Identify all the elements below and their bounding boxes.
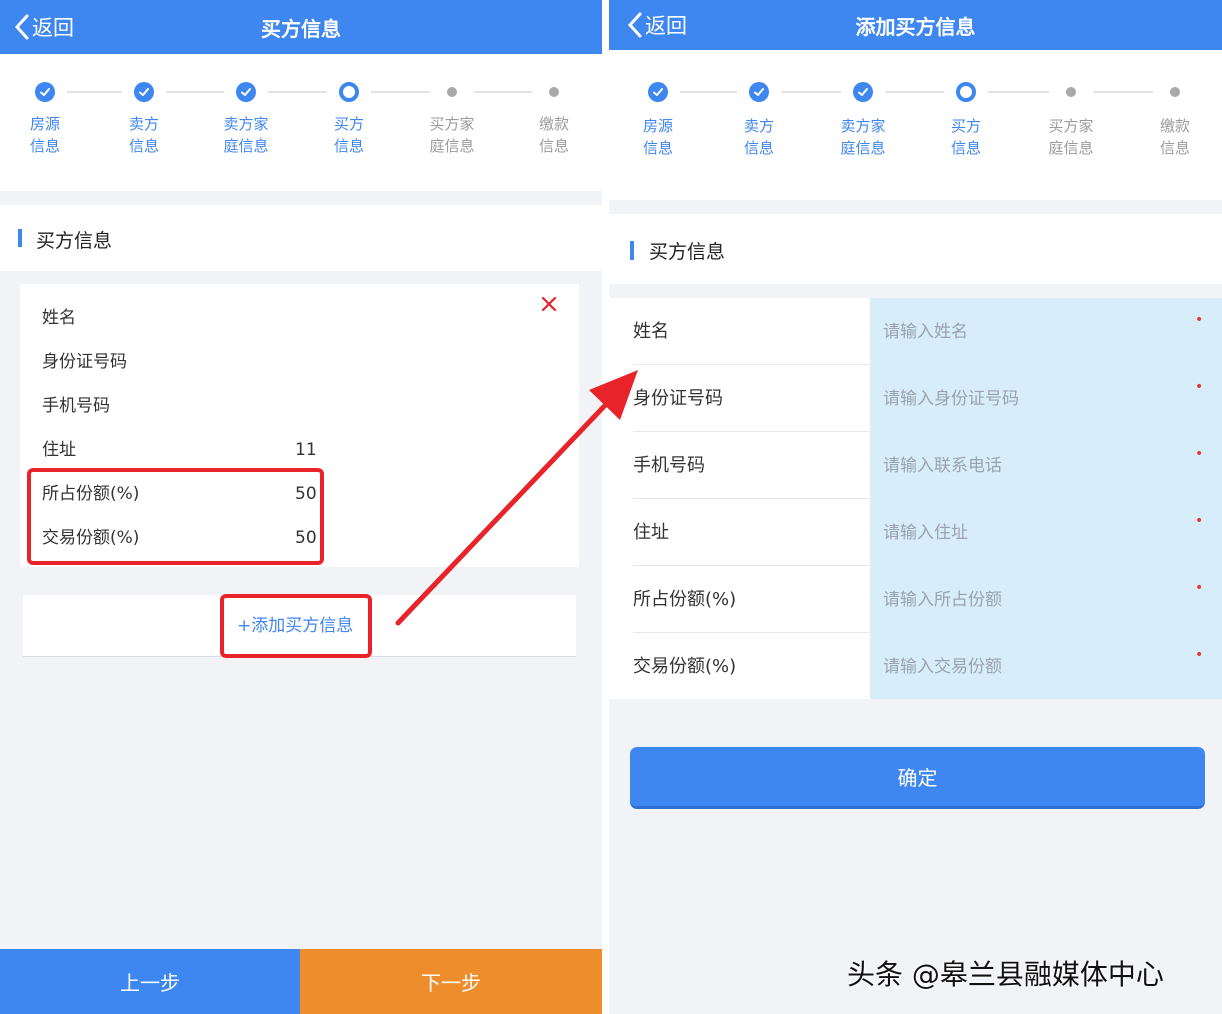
step-label: 缴款 信息 [538,115,569,155]
step-label: 房源 信息 [29,115,60,155]
highlight-add-box [220,594,372,658]
row-value: 11 [295,440,317,460]
form-row: 交易份额(%) • [609,633,1222,700]
top-bar: 返回 买方信息 [0,0,602,54]
row-label: 身份证号码 [42,352,127,372]
required-mark: • [1195,580,1204,596]
step-label: 卖方家 庭信息 [223,115,269,155]
progress-steps: 房源 信息 卖方 信息 卖方家 庭信息 买方 信息 买方家 庭信息 缴款 信息 [609,50,1222,200]
section-accent-bar [630,241,634,260]
current-step-icon [339,82,359,102]
check-circle-icon [134,82,154,102]
source-credit: 头条 @皋兰县融媒体中心 [847,958,1164,991]
check-circle-icon [749,82,769,102]
field-input[interactable] [870,499,1190,566]
required-mark: • [1195,446,1204,462]
required-mark: • [1195,379,1204,395]
pending-step-icon [1170,87,1180,97]
form-row: 住址 • [609,499,1222,566]
top-bar: 返回 添加买方信息 [609,0,1222,50]
required-mark: • [1195,312,1204,328]
section-header: 买方信息 [609,214,1222,284]
check-circle-icon [853,82,873,102]
step-label: 买方 信息 [950,117,981,157]
pending-step-icon [447,87,457,97]
required-mark: • [1195,513,1204,529]
field-input[interactable] [870,566,1190,633]
form-row: 姓名 • [609,298,1222,365]
row-label: 住址 [42,440,76,460]
section-header: 买方信息 [0,205,602,271]
add-buyer-screen: 返回 添加买方信息 房源 信息 卖方 信息 卖方家 庭信息 买方 信息 买方家 庭信息 缴… [609,0,1222,1014]
buyer-row: 身份证号码 [42,340,562,384]
step-connector [988,91,1049,93]
check-circle-icon [35,82,55,102]
field-input[interactable] [870,432,1190,499]
step-label: 卖方家 庭信息 [840,117,886,157]
step-label: 买方家 庭信息 [1048,117,1094,157]
section-accent-bar [18,229,22,247]
page-title: 添加买方信息 [855,14,976,39]
field-label: 所占份额(%) [633,589,737,610]
step-connector [885,91,944,93]
buyer-info-screen: 返回 买方信息 房源 信息 卖方 信息 卖方家 庭信息 买方 信息 买方家 庭信息 缴款 … [0,0,602,1014]
step-connector [166,91,224,93]
highlight-share-box [27,468,324,565]
pending-step-icon [1066,87,1076,97]
check-circle-icon [236,82,256,102]
row-label: 手机号码 [42,396,110,416]
next-step-button[interactable]: 下一步 [300,949,602,1014]
page-title: 买方信息 [261,16,341,41]
progress-steps: 房源 信息 卖方 信息 卖方家 庭信息 买方 信息 买方家 庭信息 缴款 信息 [0,54,602,191]
step-connector [371,91,430,93]
check-circle-icon [648,82,668,102]
field-label: 手机号码 [633,455,705,476]
buyer-row: 手机号码 [42,384,562,428]
step-connector [1093,91,1153,93]
step-label: 买方 信息 [333,115,364,155]
current-step-icon [956,82,976,102]
buyer-row: 姓名 [42,296,562,340]
section-title: 买方信息 [36,230,113,252]
step-label: 房源 信息 [642,117,673,157]
field-label: 姓名 [633,321,669,342]
row-label: 姓名 [42,308,76,328]
field-input[interactable] [870,298,1190,365]
confirm-button[interactable]: 确定 [630,747,1205,809]
form-row: 所占份额(%) • [609,566,1222,633]
pending-step-icon [549,87,559,97]
field-label: 住址 [633,522,669,543]
field-input[interactable] [870,633,1190,700]
step-connector [680,91,737,93]
buyer-form: 姓名 • 身份证号码 • 手机号码 • 住址 • 所占份额(%) • 交易份额(%) • [609,298,1222,700]
step-connector [268,91,327,93]
step-label: 缴款 信息 [1159,117,1190,157]
composite-screenshot: 返回 买方信息 房源 信息 卖方 信息 卖方家 庭信息 买方 信息 买方家 庭信息 缴款 … [0,0,1222,1014]
prev-step-button[interactable]: 上一步 [0,949,300,1014]
field-label: 交易份额(%) [633,656,737,677]
step-label: 买方家 庭信息 [429,115,475,155]
field-input[interactable] [870,365,1190,432]
step-label: 卖方 信息 [743,117,774,157]
form-row: 身份证号码 • [609,365,1222,432]
step-connector [67,91,122,93]
buyer-row: 住址 11 [42,428,562,472]
section-title: 买方信息 [649,241,726,263]
step-connector [474,91,532,93]
step-connector [781,91,841,93]
form-row: 手机号码 • [609,432,1222,499]
field-label: 身份证号码 [633,388,723,409]
required-mark: • [1195,647,1204,663]
step-label: 卖方 信息 [128,115,159,155]
